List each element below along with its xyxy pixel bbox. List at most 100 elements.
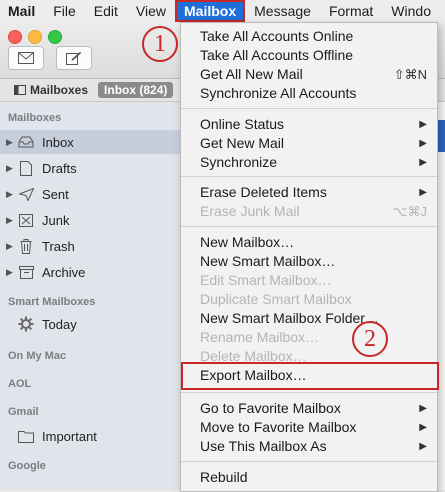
menu-window[interactable]: Windo: [382, 0, 440, 22]
section-gmail: Gmail: [8, 406, 39, 418]
menu-separator: [181, 461, 437, 462]
menu-item-rename-mailbox: Rename Mailbox…: [200, 329, 320, 345]
sidebar-item-drafts[interactable]: ▶ Drafts: [0, 156, 180, 180]
disclosure-triangle-icon[interactable]: ▶: [6, 189, 16, 200]
menu-bar: Mail File Edit View Mailbox Message Form…: [0, 0, 445, 23]
sidebar-item-label: Today: [42, 316, 77, 332]
menu-item-label: Online Status: [200, 116, 285, 132]
sidebar-item-label: Drafts: [42, 160, 77, 176]
step-callout-1: 1: [142, 26, 178, 62]
folder-icon: [16, 430, 36, 443]
sent-icon: [16, 187, 36, 201]
submenu-arrow-icon: ▶: [419, 422, 427, 433]
menu-item-label: Go to Favorite Mailbox: [200, 400, 341, 416]
menu-item-synchronize[interactable]: Synchronize ▶: [181, 153, 437, 172]
show-mailboxes-button[interactable]: Mailboxes: [14, 83, 88, 97]
menu-item-label: Erase Deleted Items: [200, 184, 327, 200]
submenu-arrow-icon: ▶: [419, 119, 427, 130]
gear-icon: [16, 316, 36, 332]
sidebar-item-label: Archive: [42, 264, 86, 280]
menu-item-label: Synchronize: [200, 154, 278, 170]
disclosure-triangle-icon[interactable]: ▶: [6, 241, 16, 252]
menu-app-mail[interactable]: Mail: [0, 0, 44, 22]
inbox-icon: [16, 136, 36, 148]
sidebar-item-important[interactable]: Important: [0, 424, 180, 448]
disclosure-triangle-icon[interactable]: ▶: [6, 163, 16, 174]
compose-button[interactable]: [56, 46, 92, 70]
sidebar-icon: [14, 85, 26, 95]
minimize-window-button[interactable]: [28, 30, 42, 44]
menu-mailbox[interactable]: Mailbox: [175, 0, 246, 22]
section-mailboxes: Mailboxes: [8, 112, 62, 124]
submenu-arrow-icon: ▶: [419, 403, 427, 414]
step-callout-2: 2: [352, 321, 388, 357]
menu-separator: [181, 226, 437, 227]
menu-item-synchronize-all[interactable]: Synchronize All Accounts: [181, 84, 437, 103]
submenu-arrow-icon: ▶: [419, 441, 427, 452]
menu-message[interactable]: Message: [245, 0, 320, 22]
window-controls: [8, 30, 62, 44]
sidebar-item-sent[interactable]: ▶ Sent: [0, 182, 180, 206]
menu-item-label: Move to Favorite Mailbox: [200, 419, 357, 435]
get-mail-button[interactable]: [8, 46, 44, 70]
close-window-button[interactable]: [8, 30, 22, 44]
zoom-window-button[interactable]: [48, 30, 62, 44]
disclosure-triangle-icon[interactable]: ▶: [6, 267, 16, 278]
menu-item-online-status[interactable]: Online Status ▶: [181, 115, 437, 134]
disclosure-triangle-icon[interactable]: ▶: [6, 215, 16, 226]
menu-item-erase-junk-mail: Erase Junk Mail ⌥⌘J: [181, 202, 437, 221]
menu-item-erase-deleted-items[interactable]: Erase Deleted Items ▶: [181, 183, 437, 202]
menu-item-move-to-favorite[interactable]: Move to Favorite Mailbox ▶: [181, 418, 437, 437]
sidebar-item-today[interactable]: Today: [0, 312, 180, 336]
menu-item-take-all-offline[interactable]: Take All Accounts Offline: [181, 46, 437, 65]
sidebar-item-junk[interactable]: ▶ Junk: [0, 208, 180, 232]
menu-item-edit-smart-mailbox: Edit Smart Mailbox…: [200, 272, 332, 288]
menu-separator: [181, 108, 437, 109]
sidebar-item-label: Trash: [42, 238, 75, 254]
menu-format[interactable]: Format: [320, 0, 382, 22]
submenu-arrow-icon: ▶: [419, 187, 427, 198]
inbox-favorite-button[interactable]: Inbox (824): [98, 82, 174, 98]
menu-item-rebuild[interactable]: Rebuild: [181, 468, 437, 487]
submenu-arrow-icon: ▶: [419, 157, 427, 168]
menu-separator: [181, 176, 437, 177]
menu-item-export-mailbox[interactable]: Export Mailbox…: [181, 366, 437, 385]
menu-item-get-new-mail[interactable]: Get New Mail ▶: [181, 134, 437, 153]
disclosure-triangle-icon[interactable]: ▶: [6, 137, 16, 148]
sidebar-item-label: Inbox: [42, 134, 74, 150]
menu-item-use-this-mailbox-as[interactable]: Use This Mailbox As ▶: [181, 437, 437, 456]
shortcut-label: ⇧⌘N: [393, 67, 427, 82]
section-google: Google: [8, 460, 46, 472]
trash-icon: [16, 238, 36, 254]
mailboxes-label: Mailboxes: [30, 83, 89, 97]
menu-item-label: Erase Junk Mail: [200, 203, 300, 219]
menu-item-label: Use This Mailbox As: [200, 438, 327, 454]
sidebar: Mailboxes ▶ Inbox ▶ Drafts ▶ Sent ▶ Junk…: [0, 102, 180, 490]
menu-item-new-smart-mailbox-folder[interactable]: New Smart Mailbox Folder…: [181, 309, 437, 328]
menu-item-new-smart-mailbox[interactable]: New Smart Mailbox…: [181, 252, 437, 271]
compose-icon: [66, 51, 82, 65]
menu-item-get-all-new-mail[interactable]: Get All New Mail ⇧⌘N: [181, 65, 437, 84]
section-on-my-mac: On My Mac: [8, 350, 67, 362]
archive-icon: [16, 265, 36, 279]
menu-item-take-all-online[interactable]: Take All Accounts Online: [181, 27, 437, 46]
sidebar-item-archive[interactable]: ▶ Archive: [0, 260, 180, 284]
menu-edit[interactable]: Edit: [85, 0, 127, 22]
menu-item-duplicate-smart-mailbox: Duplicate Smart Mailbox: [200, 291, 352, 307]
menu-view[interactable]: View: [127, 0, 175, 22]
sidebar-item-label: Sent: [42, 186, 69, 202]
shortcut-label: ⌥⌘J: [392, 204, 427, 219]
mailbox-menu: Take All Accounts Online Take All Accoun…: [180, 22, 439, 492]
sidebar-item-inbox[interactable]: ▶ Inbox: [0, 130, 180, 154]
sidebar-item-label: Junk: [42, 212, 70, 228]
menu-item-new-mailbox[interactable]: New Mailbox…: [181, 233, 437, 252]
section-aol: AOL: [8, 378, 32, 390]
sidebar-item-label: Important: [42, 428, 97, 444]
drafts-icon: [16, 160, 36, 176]
section-smart-mailboxes: Smart Mailboxes: [8, 296, 96, 308]
menu-item-go-to-favorite[interactable]: Go to Favorite Mailbox ▶: [181, 399, 437, 418]
sidebar-item-trash[interactable]: ▶ Trash: [0, 234, 180, 258]
menu-file[interactable]: File: [44, 0, 85, 22]
submenu-arrow-icon: ▶: [419, 138, 427, 149]
envelope-icon: [18, 52, 34, 64]
